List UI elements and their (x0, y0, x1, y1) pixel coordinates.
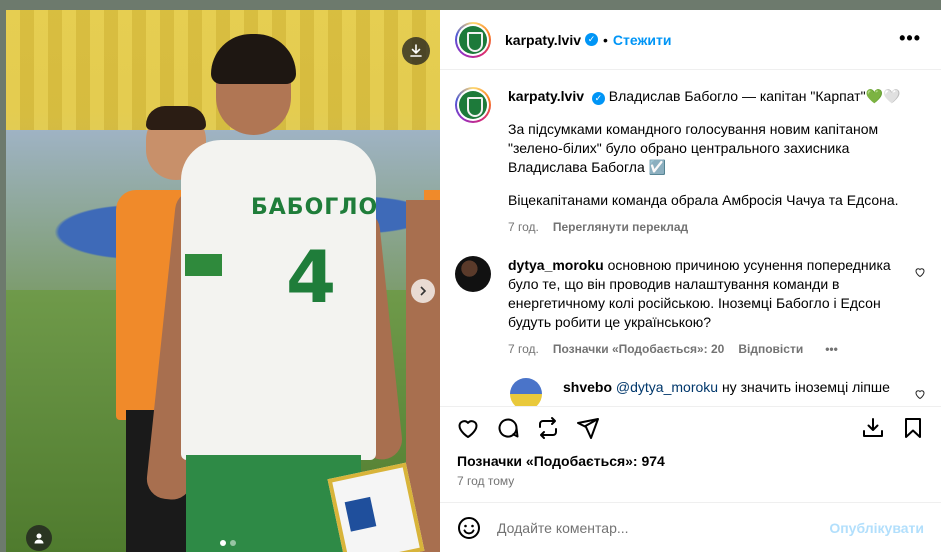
club-logo-icon (459, 25, 487, 54)
reply-avatar[interactable] (510, 378, 542, 406)
more-options-button[interactable]: ••• (899, 28, 921, 49)
heart-icon[interactable] (456, 416, 480, 440)
add-comment-input[interactable] (497, 519, 807, 536)
post-photo[interactable]: БАБОГЛО 4 (6, 10, 440, 552)
reply-body: ну значить іноземці ліпше (721, 379, 890, 395)
comment-likes[interactable]: Позначки «Подобається»: 20 (553, 342, 724, 356)
download-icon[interactable] (402, 37, 430, 65)
commenter-avatar[interactable] (455, 256, 491, 292)
author-username[interactable]: karpaty.lviv (505, 32, 581, 48)
caption-paragraph-2: Віцекапітанами команда обрала Амбросія Ч… (508, 192, 899, 208)
reply-button[interactable]: Відповісти (738, 342, 803, 356)
caption-meta: 7 год. Переглянути переклад (508, 220, 926, 234)
caption-username[interactable]: karpaty.lviv (508, 88, 584, 104)
carousel-dot (230, 540, 236, 546)
comment-text: dytya_moroku основною причиною усунення … (508, 256, 926, 332)
verified-icon: ✓ (585, 33, 599, 46)
author-avatar[interactable] (455, 21, 491, 58)
carousel-dots (220, 540, 236, 546)
comments-scroll[interactable]: karpaty.lviv ✓ Владислав Бабогло — капіт… (440, 71, 941, 406)
add-comment-bar: Опублікувати (440, 502, 941, 552)
comment-icon[interactable] (496, 416, 520, 440)
follow-button[interactable]: Стежити (613, 32, 672, 48)
captain-armband (181, 250, 226, 280)
reply-mention[interactable]: @dytya_moroku (616, 379, 718, 395)
comment-like-icon[interactable] (914, 266, 926, 281)
verified-icon: ✓ (591, 92, 605, 105)
caption-avatar[interactable] (455, 87, 491, 123)
reply-username[interactable]: shvebo (563, 379, 612, 395)
save-download-icon[interactable] (861, 416, 885, 440)
carousel-dot-active (220, 540, 226, 546)
likes-count[interactable]: Позначки «Подобається»: 974 (457, 453, 665, 469)
repost-icon[interactable] (536, 416, 560, 440)
post-details-panel: karpaty.lviv ✓ • Стежити ••• karpaty.lvi… (440, 10, 941, 552)
share-icon[interactable] (576, 416, 600, 440)
comment-time: 7 год. (508, 342, 539, 356)
bookmark-icon[interactable] (901, 416, 925, 440)
post-time: 7 год тому (457, 474, 515, 488)
caption-time: 7 год. (508, 220, 539, 234)
emoji-icon[interactable] (457, 516, 481, 540)
caption-title: Владислав Бабогло — капітан "Карпат"💚🤍 (608, 88, 901, 104)
reply-comment: shvebo @dytya_moroku ну значить іноземці… (455, 378, 926, 406)
post-header: karpaty.lviv ✓ • Стежити ••• (440, 10, 941, 70)
user-tag-icon[interactable] (26, 525, 52, 551)
commenter-username[interactable]: dytya_moroku (508, 257, 604, 273)
see-translation-link[interactable]: Переглянути переклад (553, 220, 688, 234)
caption: karpaty.lviv ✓ Владислав Бабогло — капіт… (455, 87, 926, 234)
caption-text: karpaty.lviv ✓ Владислав Бабогло — капіт… (508, 87, 926, 210)
reply-text: shvebo @dytya_moroku ну значить іноземці… (563, 378, 926, 397)
action-bar (440, 406, 941, 448)
club-logo-icon (459, 91, 487, 119)
comment-meta: 7 год. Позначки «Подобається»: 20 Відпов… (508, 342, 926, 356)
post-modal: БАБОГЛО 4 karpaty.lviv ✓ • Стежити ••• k… (0, 0, 941, 552)
chevron-right-icon[interactable] (411, 279, 435, 303)
reply-like-icon[interactable] (914, 388, 926, 403)
comment-more-button[interactable]: ••• (825, 342, 838, 356)
caption-paragraph-1: За підсумками командного голосування нов… (508, 121, 879, 175)
publish-button[interactable]: Опублікувати (829, 520, 924, 536)
jersey-name: БАБОГЛО (251, 195, 379, 220)
header-separator: • (603, 31, 608, 48)
jersey-number: 4 (286, 235, 337, 319)
comment: dytya_moroku основною причиною усунення … (455, 256, 926, 356)
